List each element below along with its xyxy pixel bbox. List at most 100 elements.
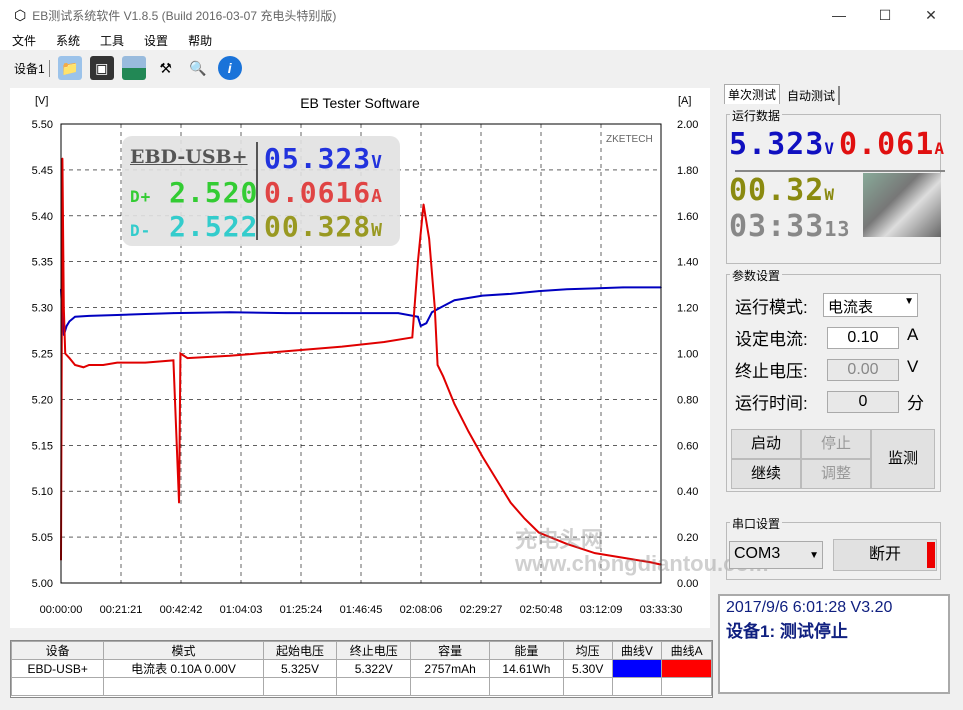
folder-icon[interactable]: 📁 bbox=[57, 56, 82, 80]
x-tick-label: 00:21:21 bbox=[100, 604, 143, 616]
stop-voltage-input[interactable]: 0.00 bbox=[827, 359, 899, 381]
disconnect-label: 断开 bbox=[868, 546, 901, 563]
device-tab[interactable]: 设备1 bbox=[14, 59, 50, 77]
mode-value: 电流表 bbox=[828, 299, 874, 316]
curve-v-color[interactable] bbox=[611, 659, 663, 678]
chart-panel: [V] [A] EB Tester Software 5.50 2.00 5.45 1… bbox=[10, 88, 768, 628]
tab-auto-test[interactable]: 自动测试 bbox=[784, 86, 841, 105]
table-row[interactable]: EBD-USB+ 电流表 0.10A 0.00V 5.325V 5.322V 2757m… bbox=[10, 659, 712, 678]
column-header: 设备 bbox=[10, 641, 105, 660]
run-current-unit: A bbox=[934, 139, 945, 158]
run-voltage-unit: V bbox=[824, 139, 835, 158]
current-data-point bbox=[172, 359, 175, 362]
set-current-label: 设定电流: bbox=[735, 330, 808, 349]
stop-voltage-unit: V bbox=[907, 357, 919, 376]
y-left-tick-label: 5.15 bbox=[32, 440, 53, 452]
y-right-tick-label: 1.80 bbox=[677, 165, 698, 177]
voltage-data-point bbox=[228, 311, 231, 313]
current-data-point bbox=[102, 364, 104, 366]
search-icon[interactable]: 🔍 bbox=[186, 56, 210, 80]
column-header: 曲线V bbox=[611, 641, 663, 660]
menu-help[interactable]: 帮助 bbox=[188, 32, 212, 49]
table-cell: 5.325V bbox=[262, 659, 338, 678]
info-icon[interactable]: i bbox=[217, 56, 242, 80]
y-left-tick-label: 5.00 bbox=[32, 578, 53, 590]
run-time-input[interactable]: 0 bbox=[827, 391, 899, 413]
toolbar: 设备1 📁 ▣ ⚒ 🔍 i bbox=[0, 52, 963, 84]
continue-button[interactable]: 继续 bbox=[731, 459, 801, 489]
params-label: 参数设置 bbox=[730, 267, 783, 284]
divider bbox=[735, 170, 945, 172]
chart-title: EB Tester Software bbox=[300, 95, 420, 111]
start-button[interactable]: 启动 bbox=[731, 429, 801, 459]
table-cell: 14.61Wh bbox=[489, 659, 564, 678]
com-port-value: COM3 bbox=[734, 545, 781, 562]
save-icon[interactable]: ▣ bbox=[89, 56, 114, 80]
stop-voltage-label: 终止电压: bbox=[735, 362, 808, 381]
run-power: 00.32 bbox=[729, 173, 825, 208]
y-right-tick-label: 2.00 bbox=[677, 119, 698, 131]
x-tick-label: 02:29:27 bbox=[460, 604, 503, 616]
current-data-point bbox=[383, 341, 385, 343]
y-left-tick-label: 5.40 bbox=[32, 211, 53, 223]
current-data-point bbox=[88, 364, 90, 366]
brand-label: ZKETECH bbox=[606, 134, 653, 145]
overlay-power: 00.328 bbox=[264, 210, 372, 243]
maximize-button[interactable]: ☐ bbox=[862, 0, 908, 30]
menu-settings[interactable]: 设置 bbox=[144, 32, 168, 49]
y-left-tick-label: 5.30 bbox=[32, 303, 53, 315]
table-cell: 5.30V bbox=[562, 659, 613, 678]
voltage-data-point bbox=[439, 306, 442, 309]
current-data-point bbox=[228, 354, 231, 357]
y-right-tick-label: 1.40 bbox=[677, 257, 698, 269]
x-tick-label: 03:33:30 bbox=[640, 604, 683, 616]
serial-group: 串口设置 COM3 ▼ 断开 bbox=[726, 515, 941, 580]
voltage-data-point bbox=[116, 314, 119, 316]
overlay-dminus-label: D- bbox=[130, 221, 152, 240]
overlay-model: EBD-USB+ bbox=[130, 146, 248, 168]
voltage-data-point bbox=[88, 315, 90, 317]
status-box: 2017/9/6 6:01:28 V3.20 设备1: 测试停止 bbox=[718, 594, 950, 694]
menu-system[interactable]: 系统 bbox=[56, 32, 80, 49]
x-tick-label: 01:04:03 bbox=[220, 604, 263, 616]
voltage-data-point bbox=[509, 293, 512, 295]
current-data-point bbox=[64, 352, 67, 355]
y-right-tick-label: 0.20 bbox=[677, 532, 698, 544]
y-right-tick-label: 0.00 bbox=[677, 578, 698, 590]
close-button[interactable]: ✕ bbox=[908, 0, 954, 30]
tab-single-test[interactable]: 单次测试 bbox=[724, 84, 781, 104]
connection-indicator bbox=[927, 542, 935, 568]
run-time-unit: 分 bbox=[907, 394, 924, 413]
overlay-dminus: 2.522 bbox=[169, 210, 259, 243]
image-icon[interactable] bbox=[121, 56, 146, 80]
overlay-voltage-unit: V bbox=[371, 152, 383, 173]
stop-button[interactable]: 停止 bbox=[801, 429, 871, 459]
window-title: EB测试系统软件 V1.8.5 (Build 2016-03-07 充电头特别版… bbox=[32, 8, 337, 23]
menu-tools[interactable]: 工具 bbox=[100, 32, 124, 49]
current-data-point bbox=[341, 345, 343, 348]
com-port-select[interactable]: COM3 ▼ bbox=[729, 541, 823, 569]
mode-select[interactable]: 电流表 ▼ bbox=[823, 293, 918, 317]
current-data-point bbox=[116, 361, 119, 364]
results-table: 设备 模式 起始电压 终止电压 容量 能量 均压 曲线V 曲线A EBD-USB+ 电流表 0.1… bbox=[10, 640, 713, 698]
x-tick-label: 02:50:48 bbox=[520, 604, 563, 616]
set-current-input[interactable]: 0.10 bbox=[827, 327, 899, 349]
curve-a-color[interactable] bbox=[661, 659, 712, 678]
current-data-point bbox=[82, 366, 85, 369]
adjust-button[interactable]: 调整 bbox=[801, 459, 871, 489]
disconnect-button[interactable]: 断开 bbox=[833, 539, 937, 571]
minimize-button[interactable]: — bbox=[816, 0, 862, 30]
voltage-data-point bbox=[481, 294, 484, 297]
run-time-label: 运行时间: bbox=[735, 394, 808, 413]
x-tick-label: 01:25:24 bbox=[280, 604, 323, 616]
title-bar: ⬡ EB测试系统软件 V1.8.5 (Build 2016-03-07 充电头特… bbox=[0, 0, 963, 30]
column-header: 起始电压 bbox=[262, 641, 338, 660]
y-right-tick-label: 1.20 bbox=[677, 303, 698, 315]
menu-file[interactable]: 文件 bbox=[12, 32, 36, 49]
current-data-point bbox=[74, 364, 76, 366]
run-data-group: 运行数据 5.323V 0.061A 00.32W 03:3313 bbox=[726, 107, 945, 264]
y-left-tick-label: 5.25 bbox=[32, 349, 53, 361]
current-data-point bbox=[417, 260, 419, 263]
monitor-button[interactable]: 监测 bbox=[871, 429, 935, 489]
tools-icon[interactable]: ⚒ bbox=[154, 56, 178, 80]
